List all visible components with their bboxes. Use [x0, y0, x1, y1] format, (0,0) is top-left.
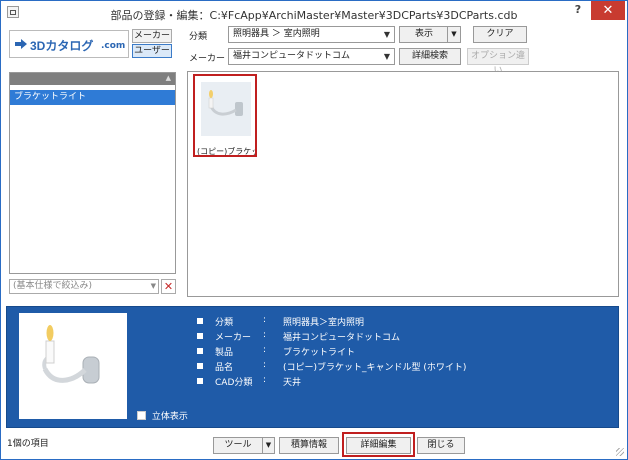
maker-value: 福井コンピュータドットコム: [233, 51, 351, 61]
catalog-logo: 3Dカタログ .com: [9, 30, 129, 58]
logo-brand: 3Dカタログ: [30, 39, 94, 53]
display-button-label: 表示: [414, 29, 433, 39]
property-value: 福井コンピュータドットコム: [283, 333, 401, 343]
option-diff-button[interactable]: オプション違い: [467, 48, 529, 76]
property-separator: :: [263, 330, 267, 340]
checkbox-box[interactable]: [137, 411, 146, 420]
bracket-light-preview: [42, 325, 100, 384]
maker-combo[interactable]: 福井コンピュータドットコム ▼: [228, 48, 395, 65]
property-key: メーカー: [215, 333, 252, 343]
close-window-button[interactable]: ✕: [591, 1, 625, 20]
display-button[interactable]: 表示 ▼: [399, 26, 461, 43]
bullet-icon: [197, 363, 203, 369]
grid-item-caption: (コピー)ブラケッ...: [197, 147, 255, 156]
part-preview: [19, 313, 127, 419]
property-separator: :: [263, 315, 267, 325]
stereo-view-label: 立体表示: [151, 412, 188, 422]
highlight-frame: [342, 432, 415, 457]
part-thumbnail: [201, 82, 251, 136]
list-item[interactable]: ブラケットライト: [10, 90, 175, 105]
bullet-icon: [197, 333, 203, 339]
title-bar: 部品の登録・編集：C:¥FcApp¥ArchiMaster¥Master¥3DC…: [1, 1, 627, 25]
maker-label: メーカー: [189, 54, 226, 64]
arrow-logo-icon: [15, 39, 27, 49]
chevron-down-icon: ▼: [150, 282, 156, 290]
property-key: 品名: [215, 363, 234, 373]
property-value: (コピー)ブラケット_キャンドル型 (ホワイト): [283, 363, 467, 373]
parts-grid: (コピー)ブラケッ...: [187, 71, 619, 297]
dialog-window: 部品の登録・編集：C:¥FcApp¥ArchiMaster¥Master¥3DC…: [0, 0, 628, 460]
maker-mode-button[interactable]: メーカー: [132, 29, 172, 43]
grid-item[interactable]: (コピー)ブラケッ...: [193, 74, 257, 157]
accumulate-info-button[interactable]: 積算情報: [279, 437, 339, 454]
property-key: CAD分類: [215, 378, 253, 388]
resize-grip[interactable]: [616, 448, 624, 456]
logo-domain: .com: [101, 41, 126, 51]
tools-button[interactable]: ツール ▼: [213, 437, 275, 454]
stereo-view-checkbox[interactable]: 立体表示: [137, 409, 188, 422]
filter-clear-button[interactable]: ✕: [161, 279, 176, 294]
scroll-up-icon[interactable]: ▲: [166, 74, 171, 82]
chevron-down-icon: ▼: [383, 52, 391, 61]
status-count: 1個の項目: [7, 439, 49, 449]
property-key: 分類: [215, 318, 234, 328]
close-button[interactable]: 閉じる: [417, 437, 465, 454]
bullet-icon: [197, 318, 203, 324]
list-header: ▲: [10, 73, 175, 85]
help-button[interactable]: ?: [571, 3, 585, 21]
classification-combo[interactable]: 照明器具 ＞ 室内照明 ▼: [228, 26, 395, 43]
bullet-icon: [197, 348, 203, 354]
property-key: 製品: [215, 348, 234, 358]
property-separator: :: [263, 345, 267, 355]
user-mode-button[interactable]: ユーザー: [132, 44, 172, 58]
property-value: 天井: [283, 378, 302, 388]
window-title: 部品の登録・編集：C:¥FcApp¥ArchiMaster¥Master¥3DC…: [110, 9, 518, 22]
product-list: ▲ ブラケットライト: [9, 72, 176, 274]
display-dropdown-icon[interactable]: ▼: [447, 27, 460, 42]
spec-filter-combo[interactable]: (基本仕様で絞込み) ▼: [9, 279, 159, 294]
clear-button[interactable]: クリア: [473, 26, 527, 43]
property-value: ブラケットライト: [283, 348, 356, 358]
chevron-down-icon: ▼: [383, 30, 391, 39]
detail-panel: 分類 : 照明器具＞室内照明 メーカー : 福井コンピュータドットコム 製品 :…: [6, 306, 619, 428]
bracket-light-thumbnail: [208, 90, 243, 116]
property-separator: :: [263, 375, 267, 385]
property-value: 照明器具＞室内照明: [283, 318, 365, 328]
property-separator: :: [263, 360, 267, 370]
tools-dropdown-icon[interactable]: ▼: [262, 438, 274, 453]
tools-button-label: ツール: [224, 440, 252, 450]
bullet-icon: [197, 378, 203, 384]
classification-value: 照明器具 ＞ 室内照明: [233, 29, 320, 39]
spec-filter-placeholder: (基本仕様で絞込み): [13, 281, 93, 291]
classification-label: 分類: [189, 32, 208, 42]
detail-search-button[interactable]: 詳細検索: [399, 48, 461, 65]
